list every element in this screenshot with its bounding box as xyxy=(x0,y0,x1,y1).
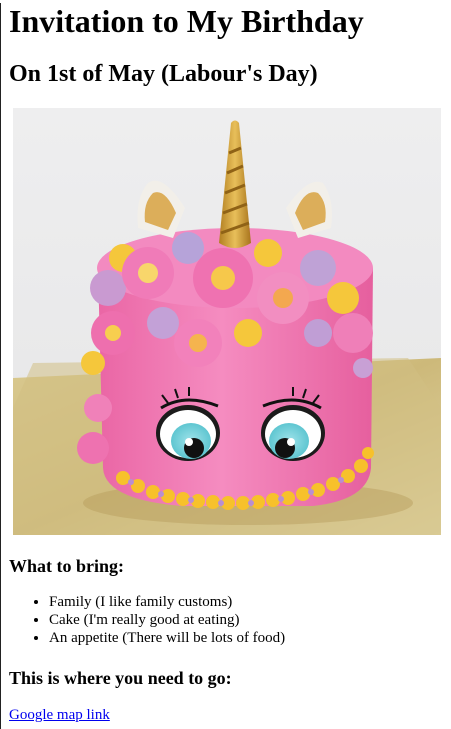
google-map-link[interactable]: Google map link xyxy=(9,707,110,724)
page: Invitation to My Birthday On 1st of May … xyxy=(1,3,451,724)
page-subtitle: On 1st of May (Labour's Day) xyxy=(9,61,318,87)
bring-heading: What to bring: xyxy=(9,556,125,576)
bring-list: Family (I like family customs) Cake (I'm… xyxy=(9,593,451,647)
list-item: Family (I like family customs) xyxy=(49,593,451,611)
list-item: An appetite (There will be lots of food) xyxy=(49,629,451,647)
list-item: Cake (I'm really good at eating) xyxy=(49,611,451,629)
page-title: Invitation to My Birthday xyxy=(9,3,364,39)
cake-image xyxy=(13,108,441,535)
location-heading: This is where you need to go: xyxy=(9,668,232,688)
